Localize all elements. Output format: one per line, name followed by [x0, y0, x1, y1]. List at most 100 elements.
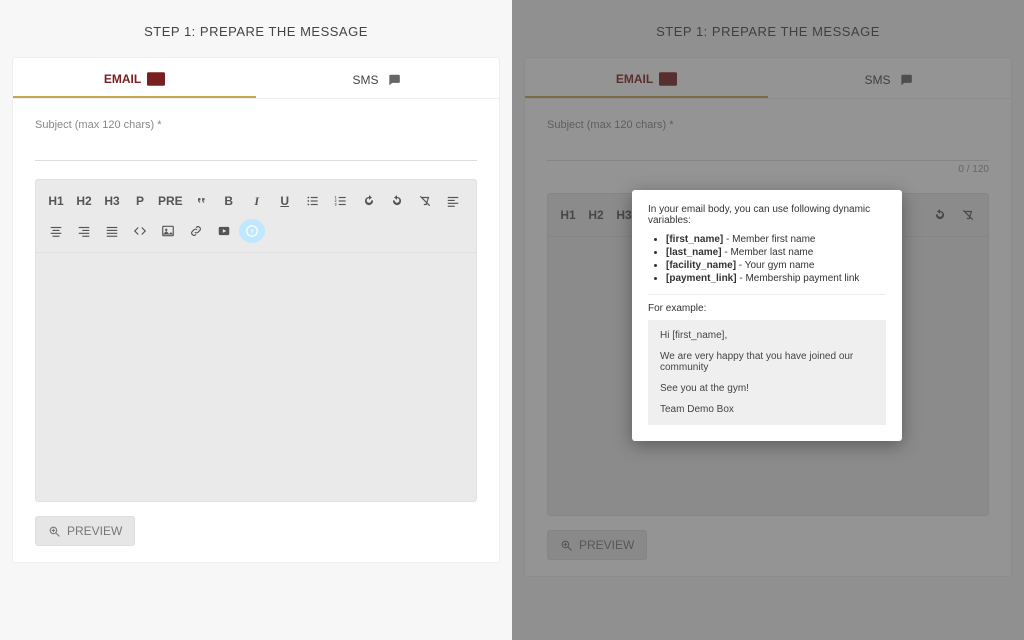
tooltip-example-label: For example: — [648, 303, 886, 314]
var-tag: [last_name] — [666, 247, 722, 258]
compose-card: EMAIL SMS Subject (max 120 chars) * H1 H… — [12, 57, 500, 563]
channel-tabs: EMAIL SMS — [525, 58, 1011, 99]
align-right-icon — [77, 224, 91, 238]
undo-icon — [390, 194, 404, 208]
tab-email-label: EMAIL — [104, 72, 141, 86]
editor-content[interactable] — [35, 252, 477, 502]
var-tag: [payment_link] — [666, 273, 737, 284]
example-line: Team Demo Box — [660, 404, 874, 415]
tooltip-example: Hi [first_name], We are very happy that … — [648, 320, 886, 425]
svg-text:?: ? — [250, 229, 254, 235]
variables-tooltip: In your email body, you can use followin… — [632, 190, 902, 441]
toolbar-video[interactable] — [211, 218, 237, 244]
align-left-icon — [446, 194, 460, 208]
editor-toolbar: H1 H2 H3 P PRE B I U 123 — [35, 179, 477, 252]
redo-icon — [362, 194, 376, 208]
tab-sms-label: SMS — [352, 73, 378, 87]
toolbar-link[interactable] — [183, 218, 209, 244]
magnify-icon — [48, 525, 61, 538]
code-icon — [133, 224, 147, 238]
var-desc: - Member first name — [723, 234, 815, 245]
tab-sms[interactable]: SMS — [256, 58, 499, 98]
toolbar-align-left[interactable] — [440, 188, 466, 214]
undo-icon — [933, 208, 947, 222]
align-justify-icon — [105, 224, 119, 238]
var-desc: - Membership payment link — [737, 273, 860, 284]
tooltip-var-item: [last_name] - Member last name — [666, 247, 886, 258]
preview-label: PREVIEW — [67, 524, 122, 538]
compose-panel-right: STEP 1: PREPARE THE MESSAGE EMAIL SMS Su… — [512, 0, 1024, 640]
chat-icon — [385, 73, 403, 87]
tab-sms[interactable]: SMS — [768, 58, 1011, 98]
toolbar-align-right[interactable] — [71, 218, 97, 244]
toolbar-undo[interactable] — [384, 188, 410, 214]
list-ul-icon — [306, 194, 320, 208]
quote-icon — [194, 194, 208, 208]
compose-body: Subject (max 120 chars) * H1 H2 H3 P PRE… — [13, 99, 499, 562]
tab-email-label: EMAIL — [616, 72, 653, 86]
subject-label: Subject (max 120 chars) * — [35, 119, 477, 131]
toolbar-clear[interactable] — [955, 202, 981, 228]
step-title: STEP 1: PREPARE THE MESSAGE — [524, 24, 1012, 39]
preview-button[interactable]: PREVIEW — [35, 516, 135, 546]
toolbar-undo[interactable] — [927, 202, 953, 228]
tab-email[interactable]: EMAIL — [13, 58, 256, 98]
list-ol-icon: 123 — [334, 194, 348, 208]
toolbar-image[interactable] — [155, 218, 181, 244]
tab-email[interactable]: EMAIL — [525, 58, 768, 98]
toolbar-h3[interactable]: H3 — [99, 188, 125, 214]
toolbar-clear[interactable] — [412, 188, 438, 214]
link-icon — [189, 224, 203, 238]
var-tag: [facility_name] — [666, 260, 736, 271]
tooltip-var-item: [payment_link] - Membership payment link — [666, 273, 886, 284]
tooltip-lead: In your email body, you can use followin… — [648, 204, 886, 226]
example-line: See you at the gym! — [660, 383, 874, 394]
example-line: We are very happy that you have joined o… — [660, 351, 874, 373]
help-icon: ? — [245, 224, 259, 238]
toolbar-p[interactable]: P — [127, 188, 153, 214]
toolbar-code[interactable] — [127, 218, 153, 244]
envelope-icon — [147, 72, 165, 86]
toolbar-h1[interactable]: H1 — [555, 202, 581, 228]
preview-button[interactable]: PREVIEW — [547, 530, 647, 560]
compose-panel-left: STEP 1: PREPARE THE MESSAGE EMAIL SMS Su… — [0, 0, 512, 640]
tooltip-var-list: [first_name] - Member first name [last_n… — [648, 234, 886, 284]
svg-text:3: 3 — [334, 203, 336, 207]
toolbar-bold[interactable]: B — [216, 188, 242, 214]
tab-sms-label: SMS — [864, 73, 890, 87]
subject-label: Subject (max 120 chars) * — [547, 119, 989, 131]
toolbar-help[interactable]: ? — [239, 219, 265, 243]
toolbar-h1[interactable]: H1 — [43, 188, 69, 214]
clear-format-icon — [961, 208, 975, 222]
example-line: Hi [first_name], — [660, 330, 874, 341]
toolbar-italic[interactable]: I — [244, 188, 270, 214]
envelope-icon — [659, 72, 677, 86]
channel-tabs: EMAIL SMS — [13, 58, 499, 99]
toolbar-quote[interactable] — [188, 188, 214, 214]
toolbar-h2[interactable]: H2 — [583, 202, 609, 228]
subject-input[interactable] — [547, 137, 989, 161]
subject-counter: 0 / 120 — [547, 164, 989, 175]
step-title: STEP 1: PREPARE THE MESSAGE — [12, 24, 500, 39]
var-desc: - Your gym name — [736, 260, 814, 271]
toolbar-underline[interactable]: U — [272, 188, 298, 214]
subject-input[interactable] — [35, 137, 477, 161]
toolbar-redo[interactable] — [356, 188, 382, 214]
align-center-icon — [49, 224, 63, 238]
chat-icon — [897, 73, 915, 87]
clear-format-icon — [418, 194, 432, 208]
magnify-icon — [560, 539, 573, 552]
toolbar-ul[interactable] — [300, 188, 326, 214]
preview-label: PREVIEW — [579, 538, 634, 552]
var-tag: [first_name] — [666, 234, 723, 245]
toolbar-h2[interactable]: H2 — [71, 188, 97, 214]
image-icon — [161, 224, 175, 238]
var-desc: - Member last name — [722, 247, 814, 258]
tooltip-var-item: [first_name] - Member first name — [666, 234, 886, 245]
video-icon — [217, 224, 231, 238]
tooltip-var-item: [facility_name] - Your gym name — [666, 260, 886, 271]
toolbar-ol[interactable]: 123 — [328, 188, 354, 214]
toolbar-pre[interactable]: PRE — [155, 188, 186, 214]
toolbar-align-justify[interactable] — [99, 218, 125, 244]
toolbar-align-center[interactable] — [43, 218, 69, 244]
